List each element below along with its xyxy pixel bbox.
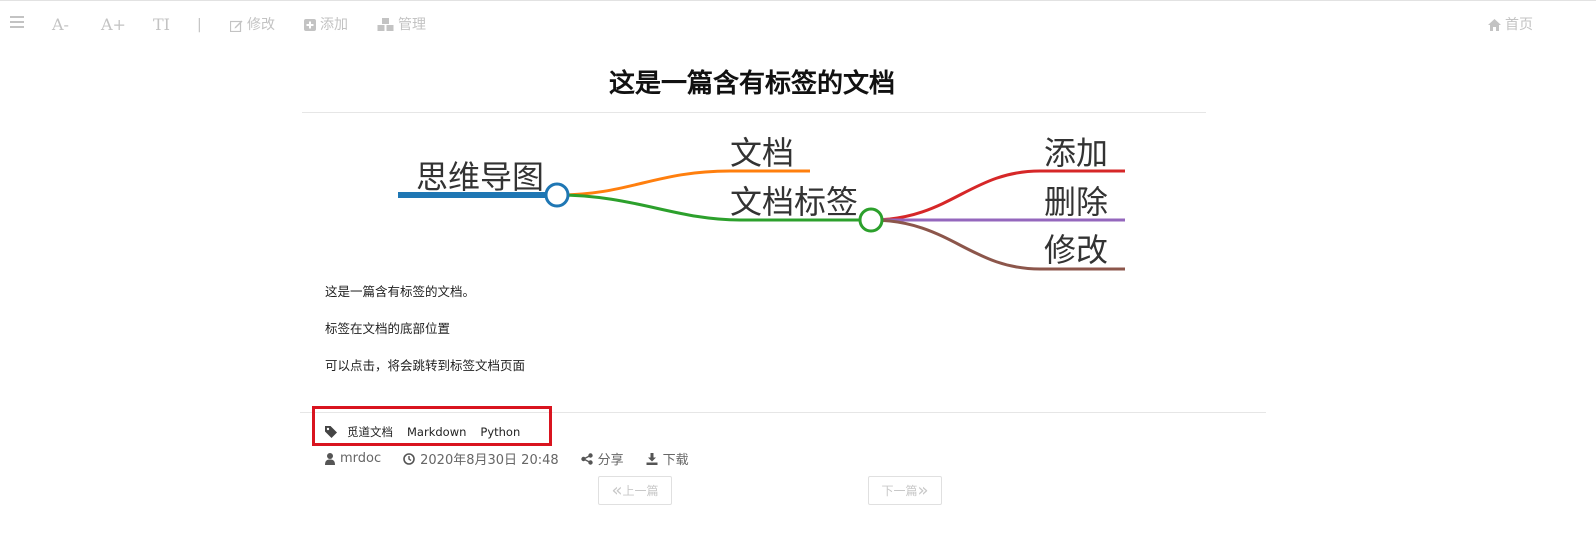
share-icon — [580, 452, 593, 465]
top-border — [0, 0, 1596, 1]
content-paragraph: 这是一篇含有标签的文档。 — [325, 284, 476, 299]
font-increase-button[interactable]: A+ — [101, 16, 126, 34]
add-label: 添加 — [320, 17, 348, 33]
prev-page-label: 上一篇 — [622, 484, 659, 498]
mindmap-leaf-delete-text: 删除 — [1044, 183, 1108, 221]
mindmap-node-doc-text: 文档 — [730, 134, 794, 172]
mindmap-tags-node — [858, 207, 884, 233]
next-page-button[interactable]: 下一篇 » — [868, 476, 942, 505]
toolbar: A- A+ TI | 修改 添加 管理 首页 — [0, 2, 1596, 48]
user-icon — [325, 452, 335, 465]
manage-button[interactable]: 管理 — [377, 16, 426, 34]
author-name: mrdoc — [340, 451, 382, 466]
download-label: 下载 — [662, 453, 689, 468]
plus-square-icon — [304, 19, 316, 31]
manage-label: 管理 — [398, 17, 426, 33]
prev-page-button[interactable]: « 上一篇 — [598, 476, 672, 505]
edit-label: 修改 — [247, 17, 275, 33]
content-paragraph: 标签在文档的底部位置 — [325, 321, 451, 336]
font-decrease-button[interactable]: A- — [52, 16, 69, 34]
chevron-left-icon: « — [611, 479, 623, 501]
share-button[interactable]: 分享 — [580, 449, 624, 468]
font-style-button[interactable]: TI — [153, 16, 170, 34]
content-paragraph: 可以点击，将会跳转到标签文档页面 — [325, 358, 526, 373]
next-page-label: 下一篇 — [881, 484, 918, 498]
home-icon — [1488, 19, 1501, 31]
author-info: mrdoc — [325, 451, 381, 466]
mindmap-leaf-add-text: 添加 — [1044, 134, 1108, 172]
home-label: 首页 — [1505, 17, 1533, 33]
menu-toggle-button[interactable] — [10, 16, 24, 28]
mindmap-image: 思维导图 文档 文档标签 添加 删除 修改 — [398, 134, 1125, 271]
add-button[interactable]: 添加 — [304, 16, 348, 34]
publish-datetime: 2020年8月30日 20:48 — [420, 453, 559, 468]
mindmap-leaf-edit-text: 修改 — [1044, 231, 1108, 269]
cubes-icon — [377, 18, 394, 31]
download-button[interactable]: 下载 — [646, 449, 689, 468]
download-icon — [646, 452, 658, 465]
edit-icon — [230, 20, 243, 32]
toolbar-separator: | — [197, 17, 202, 33]
chevron-right-icon: » — [917, 479, 929, 501]
page-title: 这是一篇含有标签的文档 — [608, 69, 895, 99]
clock-icon — [403, 452, 415, 465]
share-label: 分享 — [597, 453, 624, 468]
edit-button[interactable]: 修改 — [230, 16, 275, 34]
doc-meta: mrdoc 2020年8月30日 20:48 分享 下载 — [325, 449, 711, 468]
mindmap-root-node — [544, 182, 570, 208]
mindmap-root-text: 思维导图 — [416, 158, 544, 196]
menu-icon — [10, 16, 24, 28]
mindmap-node-tags-text: 文档标签 — [730, 183, 858, 221]
title-divider — [302, 112, 1206, 113]
home-button[interactable]: 首页 — [1488, 16, 1533, 34]
highlight-box — [312, 406, 552, 446]
datetime-info: 2020年8月30日 20:48 — [403, 449, 559, 468]
